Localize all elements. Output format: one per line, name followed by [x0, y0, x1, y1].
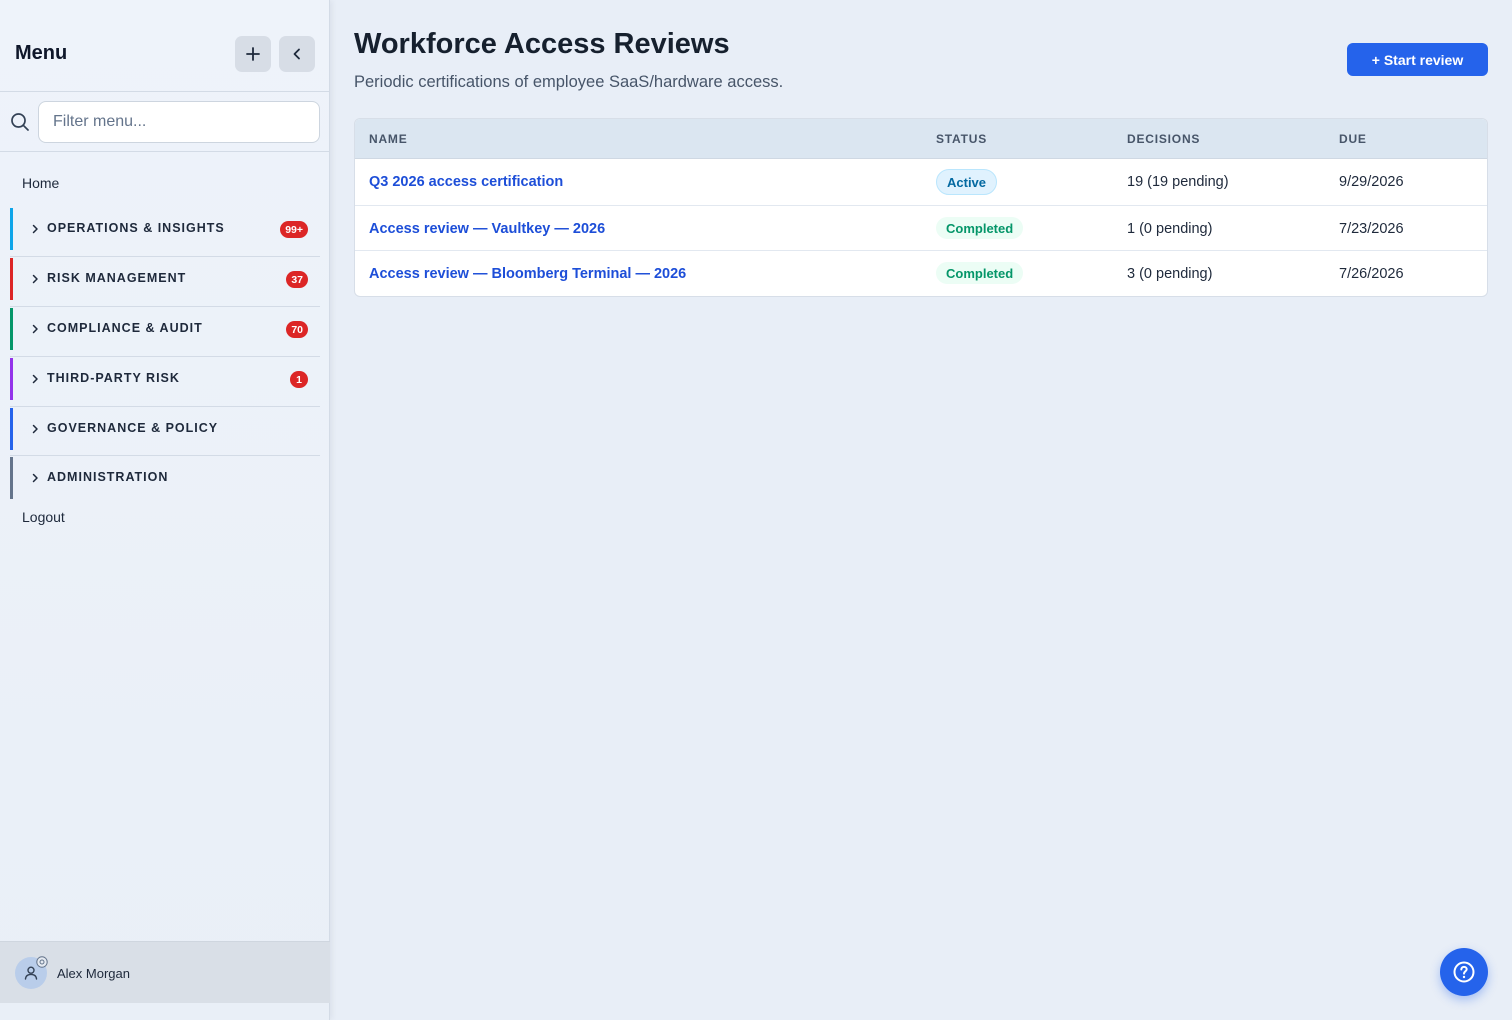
count-badge: 99+ — [280, 221, 308, 238]
decisions-cell: 19 (19 pending) — [1127, 174, 1229, 190]
divider — [10, 356, 320, 357]
divider — [10, 256, 320, 257]
count-badge: 37 — [286, 271, 308, 288]
chevron-right-icon — [32, 374, 38, 384]
table-row[interactable]: Access review — Vaultkey — 2026 Complete… — [355, 206, 1487, 251]
table-header: NAME STATUS DECISIONS DUE — [355, 119, 1487, 159]
nav-group-label: OPERATIONS & INSIGHTS — [47, 221, 225, 235]
nav-group-label: RISK MANAGEMENT — [47, 271, 187, 285]
column-header-decisions[interactable]: DECISIONS — [1127, 132, 1200, 146]
plus-icon — [246, 47, 260, 61]
column-header-name[interactable]: NAME — [369, 132, 408, 146]
table-row[interactable]: Access review — Bloomberg Terminal — 202… — [355, 251, 1487, 296]
chevron-right-icon — [32, 274, 38, 284]
nav-group-label: GOVERNANCE & POLICY — [47, 421, 219, 435]
status-badge: Active — [936, 169, 998, 195]
reviews-table: NAME STATUS DECISIONS DUE Q3 2026 access… — [354, 118, 1488, 297]
due-date-cell: 9/29/2026 — [1339, 174, 1404, 190]
page-subtitle: Periodic certifications of employee SaaS… — [354, 73, 784, 91]
divider — [10, 406, 320, 407]
user-name: Alex Morgan — [57, 966, 130, 981]
filter-menu-input[interactable] — [38, 101, 320, 143]
collapse-sidebar-button[interactable] — [279, 36, 315, 72]
sidebar-search — [0, 92, 330, 152]
gear-icon — [36, 956, 48, 968]
search-icon — [11, 113, 29, 131]
due-date-cell: 7/23/2026 — [1339, 221, 1404, 237]
divider — [10, 306, 320, 307]
table-row[interactable]: Q3 2026 access certification Active 19 (… — [355, 159, 1487, 206]
nav-home[interactable]: Home — [22, 175, 59, 191]
sidebar-header: Menu — [0, 0, 330, 92]
decisions-cell: 1 (0 pending) — [1127, 221, 1213, 237]
nav-group-third-party-risk[interactable]: THIRD-PARTY RISK 1 — [10, 358, 320, 400]
review-name-link[interactable]: Access review — Vaultkey — 2026 — [369, 221, 605, 237]
column-header-status[interactable]: STATUS — [936, 132, 987, 146]
divider — [10, 455, 320, 456]
page-title: Workforce Access Reviews — [354, 28, 730, 60]
chevron-right-icon — [32, 473, 38, 483]
nav-group-label: THIRD-PARTY RISK — [47, 371, 180, 385]
user-footer[interactable]: Alex Morgan — [0, 941, 330, 1003]
question-circle-icon — [1453, 961, 1475, 983]
decisions-cell: 3 (0 pending) — [1127, 266, 1213, 282]
nav-group-label: ADMINISTRATION — [47, 470, 169, 484]
chevron-left-icon — [293, 48, 300, 60]
status-badge: Completed — [936, 217, 1024, 239]
count-badge: 1 — [290, 371, 308, 388]
nav-group-label: COMPLIANCE & AUDIT — [47, 321, 203, 335]
nav-group-compliance-audit[interactable]: COMPLIANCE & AUDIT 70 — [10, 308, 320, 350]
due-date-cell: 7/26/2026 — [1339, 266, 1404, 282]
review-name-link[interactable]: Access review — Bloomberg Terminal — 202… — [369, 266, 686, 282]
review-name-link[interactable]: Q3 2026 access certification — [369, 174, 563, 190]
add-menu-button[interactable] — [235, 36, 271, 72]
chevron-right-icon — [32, 424, 38, 434]
sidebar-title: Menu — [15, 42, 68, 64]
nav-logout[interactable]: Logout — [22, 509, 65, 525]
chevron-right-icon — [32, 324, 38, 334]
nav-group-operations-insights[interactable]: OPERATIONS & INSIGHTS 99+ — [10, 208, 320, 250]
chevron-right-icon — [32, 224, 38, 234]
start-review-button[interactable]: + Start review — [1347, 43, 1488, 76]
sidebar: Menu Home OPERATIONS & INSIGHTS 99+ RISK… — [0, 0, 330, 1020]
nav-group-governance-policy[interactable]: GOVERNANCE & POLICY — [10, 408, 320, 450]
nav-group-risk-management[interactable]: RISK MANAGEMENT 37 — [10, 258, 320, 300]
column-header-due[interactable]: DUE — [1339, 132, 1367, 146]
status-badge: Completed — [936, 262, 1024, 284]
count-badge: 70 — [286, 321, 308, 338]
nav-group-administration[interactable]: ADMINISTRATION — [10, 457, 320, 499]
help-button[interactable] — [1440, 948, 1488, 996]
